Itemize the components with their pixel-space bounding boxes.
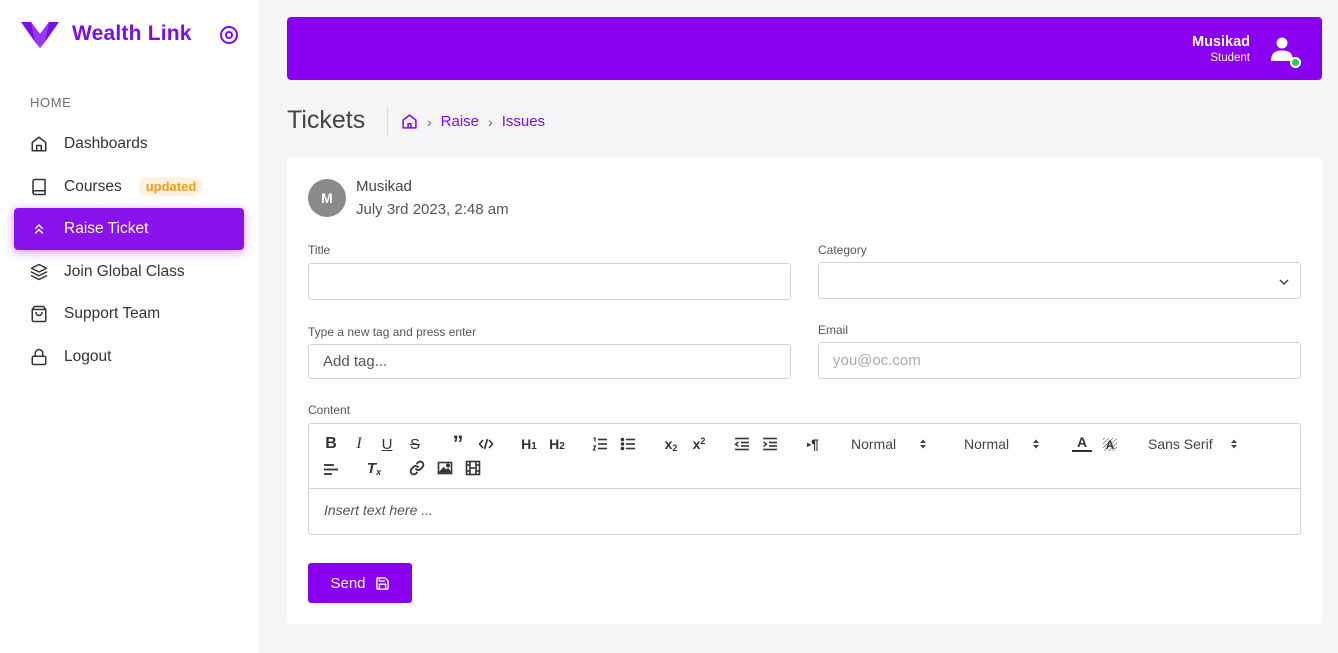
font-value: Sans Serif xyxy=(1148,436,1213,452)
code-block-icon[interactable] xyxy=(476,434,496,454)
size-select[interactable]: Normal xyxy=(964,436,1040,452)
layers-icon xyxy=(30,263,48,281)
image-icon[interactable] xyxy=(435,458,455,478)
align-left-icon[interactable] xyxy=(321,459,341,479)
ordered-list-icon[interactable] xyxy=(590,434,610,454)
size-value: Normal xyxy=(964,436,1010,452)
book-icon xyxy=(30,178,48,196)
header2-icon[interactable]: H2 xyxy=(547,434,567,454)
shopping-bag-icon xyxy=(30,305,48,323)
chevron-down-icon xyxy=(1279,279,1289,286)
updown-arrow-icon xyxy=(920,439,927,449)
user-name: Musikad xyxy=(1191,34,1250,50)
svg-text:A: A xyxy=(1106,438,1115,452)
underline-icon[interactable]: U xyxy=(377,434,397,454)
title-divider xyxy=(387,107,388,136)
brand[interactable]: Wealth Link xyxy=(21,20,192,48)
bold-icon[interactable]: B xyxy=(321,434,341,454)
updated-badge: updated xyxy=(138,177,204,196)
sidebar-section-label: HOME xyxy=(30,95,72,110)
sidebar-item-label: Support Team xyxy=(64,305,161,322)
ticket-date: July 3rd 2023, 2:48 am xyxy=(356,201,509,218)
italic-icon[interactable]: I xyxy=(349,434,369,454)
chevron-right-icon: › xyxy=(488,113,493,130)
sidebar-item-support-team[interactable]: Support Team xyxy=(14,293,244,335)
author-name: Musikad xyxy=(356,178,412,195)
updown-arrow-icon xyxy=(1033,439,1040,449)
superscript-icon[interactable]: x2 xyxy=(689,434,709,454)
email-label: Email xyxy=(818,323,849,337)
header-format-value: Normal xyxy=(851,436,897,452)
bullet-list-icon[interactable] xyxy=(618,434,638,454)
sidebar-item-label: Join Global Class xyxy=(64,262,185,280)
category-select[interactable] xyxy=(818,262,1301,299)
text-direction-icon[interactable]: ▸ ¶ xyxy=(803,434,823,454)
home-icon xyxy=(30,135,48,153)
title-input[interactable] xyxy=(308,263,791,300)
clear-format-icon[interactable]: Tx xyxy=(364,458,384,478)
content-label: Content xyxy=(308,403,351,417)
editor-toolbar: B I U S ” H1 H2 x2 x2 ▸ ¶ Normal Normal … xyxy=(309,424,1300,489)
sidebar: Wealth Link HOME Dashboards Courses upda… xyxy=(0,0,259,653)
link-icon[interactable] xyxy=(407,458,427,478)
tags-input[interactable]: Add tag... xyxy=(308,344,791,379)
breadcrumb-raise[interactable]: Raise xyxy=(441,113,479,130)
user-role: Student xyxy=(1210,52,1250,64)
updown-arrow-icon xyxy=(1230,439,1237,449)
text-color-icon[interactable]: A xyxy=(1072,434,1092,452)
category-label: Category xyxy=(818,243,867,257)
breadcrumb-issues[interactable]: Issues xyxy=(502,113,545,130)
background-color-icon[interactable]: A xyxy=(1100,434,1120,454)
font-select[interactable]: Sans Serif xyxy=(1148,436,1238,452)
content-editor: B I U S ” H1 H2 x2 x2 ▸ ¶ Normal Normal … xyxy=(308,423,1301,535)
sidebar-nav: Dashboards Courses updated Raise Ticket … xyxy=(14,123,244,378)
chevron-right-icon: › xyxy=(427,113,432,130)
send-button[interactable]: Send xyxy=(308,563,412,603)
video-icon[interactable] xyxy=(463,458,483,478)
send-button-label: Send xyxy=(330,574,366,592)
save-icon xyxy=(375,576,389,590)
tags-label: Type a new tag and press enter xyxy=(308,325,477,339)
email-input[interactable]: you@oc.com xyxy=(818,342,1301,379)
chevrons-up-icon xyxy=(30,220,48,238)
ticket-card: M Musikad July 3rd 2023, 2:48 am Title C… xyxy=(287,157,1322,624)
subscript-icon[interactable]: x2 xyxy=(661,434,681,454)
sidebar-item-label: Raise Ticket xyxy=(64,220,149,237)
brand-logo-icon xyxy=(21,22,59,48)
blockquote-icon[interactable]: ” xyxy=(448,431,468,456)
title-label: Title xyxy=(308,243,331,257)
outdent-icon[interactable] xyxy=(732,434,752,454)
lock-icon xyxy=(30,348,48,366)
sidebar-item-logout[interactable]: Logout xyxy=(14,336,244,378)
sidebar-item-label: Logout xyxy=(64,347,112,365)
indent-icon[interactable] xyxy=(760,434,780,454)
header-format-select[interactable]: Normal xyxy=(851,436,927,452)
strike-icon[interactable]: S xyxy=(405,434,425,454)
sidebar-item-raise-ticket[interactable]: Raise Ticket xyxy=(14,208,244,250)
sidebar-item-label: Courses xyxy=(64,177,122,195)
top-header: Musikad Student xyxy=(287,17,1322,80)
online-status-dot xyxy=(1290,57,1301,68)
sidebar-toggle-icon[interactable] xyxy=(219,25,239,45)
home-icon[interactable] xyxy=(401,113,418,130)
sidebar-item-label: Dashboards xyxy=(64,135,148,152)
sidebar-item-courses[interactable]: Courses updated xyxy=(14,166,244,208)
brand-name: Wealth Link xyxy=(72,22,192,45)
breadcrumb: › Raise › Issues xyxy=(401,113,545,130)
sidebar-item-dashboards[interactable]: Dashboards xyxy=(14,123,244,165)
content-editor-body[interactable]: Insert text here ... xyxy=(324,502,433,518)
sidebar-item-join-global-class[interactable]: Join Global Class xyxy=(14,251,244,293)
header1-icon[interactable]: H1 xyxy=(519,434,539,454)
page-title: Tickets xyxy=(287,106,366,134)
author-avatar: M xyxy=(308,179,346,217)
